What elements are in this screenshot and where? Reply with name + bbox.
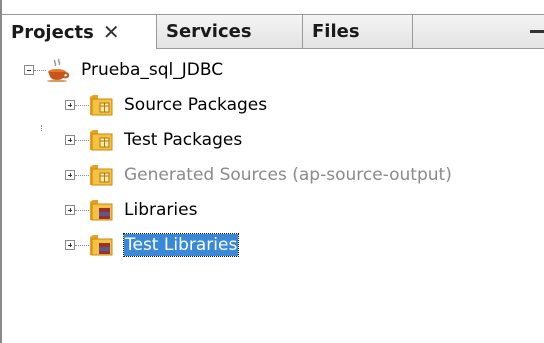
tree-connector xyxy=(41,125,42,131)
tree-connector xyxy=(75,104,89,106)
project-name: Prueba_sql_JDBC xyxy=(81,60,224,80)
tab-services-label: Services xyxy=(166,21,252,42)
minimize-icon[interactable] xyxy=(530,30,544,33)
node-label: Libraries xyxy=(124,200,198,220)
expand-icon[interactable] xyxy=(65,170,75,180)
close-icon[interactable]: ✕ xyxy=(103,20,120,44)
tab-projects-label: Projects xyxy=(11,21,94,43)
tab-files[interactable]: Files xyxy=(303,15,413,48)
tree-node-generated-sources[interactable]: Generated Sources (ap-source-output) xyxy=(65,160,452,190)
expand-icon[interactable] xyxy=(65,205,75,215)
expand-icon[interactable] xyxy=(65,240,75,250)
tab-services[interactable]: Services xyxy=(157,15,303,48)
projects-panel: Projects ✕ Services Files Prueba_sql_JDB… xyxy=(0,0,544,343)
tree-node-libraries[interactable]: Libraries xyxy=(65,195,197,225)
tree-connector xyxy=(75,139,89,141)
tree-node-test-libraries[interactable]: Test Libraries xyxy=(65,230,240,260)
node-label: Test Packages xyxy=(124,130,243,150)
tree-node-project[interactable]: Prueba_sql_JDBC xyxy=(24,55,223,85)
package-folder-icon xyxy=(90,130,113,151)
tree-connector xyxy=(75,174,89,176)
package-folder-icon xyxy=(90,165,113,186)
package-folder-icon xyxy=(90,95,113,116)
expand-icon[interactable] xyxy=(65,100,75,110)
tab-files-label: Files xyxy=(312,21,360,42)
tree-connector xyxy=(75,244,89,246)
library-folder-icon xyxy=(90,200,113,221)
project-tree: Prueba_sql_JDBC Source Packages Test Pac… xyxy=(2,49,544,343)
expand-icon[interactable] xyxy=(65,135,75,145)
tree-connector xyxy=(75,209,89,211)
coffee-cup-icon xyxy=(47,58,70,82)
tree-node-test-packages[interactable]: Test Packages xyxy=(65,125,242,155)
node-label: Test Libraries xyxy=(122,233,240,257)
tab-projects[interactable]: Projects ✕ xyxy=(2,15,157,49)
tree-connector xyxy=(34,69,46,71)
node-label: Generated Sources (ap-source-output) xyxy=(124,165,452,185)
collapse-icon[interactable] xyxy=(24,65,34,75)
tree-node-source-packages[interactable]: Source Packages xyxy=(65,90,267,120)
library-folder-icon xyxy=(90,235,113,256)
tab-bar: Projects ✕ Services Files xyxy=(2,14,544,49)
node-label: Source Packages xyxy=(124,95,268,115)
